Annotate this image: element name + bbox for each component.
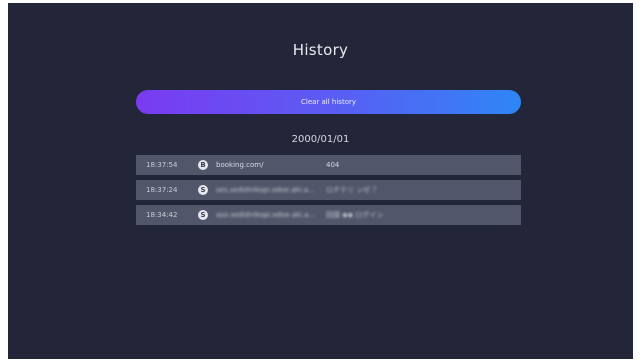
site-url: booking.com/ bbox=[216, 161, 264, 169]
page-title: History bbox=[292, 41, 349, 59]
visit-time: 18:37:54 bbox=[146, 161, 178, 169]
clear-all-history-button[interactable]: Clear all history bbox=[136, 90, 521, 114]
site-favicon-icon: B bbox=[198, 160, 208, 170]
history-row[interactable]: 18:34:42 S aso.sedidnikopi.odoe.aki.a...… bbox=[136, 205, 521, 225]
site-page-title: 回国 ◆◆ ログイン bbox=[326, 211, 384, 219]
site-page-title: 404 bbox=[326, 161, 340, 169]
history-row[interactable]: 18:37:54 B booking.com/ 404 bbox=[136, 155, 521, 175]
visit-time: 18:37:24 bbox=[146, 186, 178, 194]
site-favicon-icon: S bbox=[198, 210, 208, 220]
history-row[interactable]: 18:37:24 S ses.sedidnikopi.odoe.aki.a...… bbox=[136, 180, 521, 200]
date-heading: 2000/01/01 bbox=[291, 134, 350, 145]
site-favicon-icon: S bbox=[198, 185, 208, 195]
site-url: aso.sedidnikopi.odoe.aki.a... bbox=[216, 211, 316, 219]
site-url: ses.sedidnikopi.odoe.aki.a... bbox=[216, 186, 315, 194]
history-screen: History Clear all history 2000/01/01 18:… bbox=[8, 3, 633, 359]
visit-time: 18:34:42 bbox=[146, 211, 178, 219]
history-list: 18:37:54 B booking.com/ 404 18:37:24 S s… bbox=[136, 155, 521, 230]
site-page-title: ロチテリ ンゼ ？ bbox=[326, 186, 380, 194]
